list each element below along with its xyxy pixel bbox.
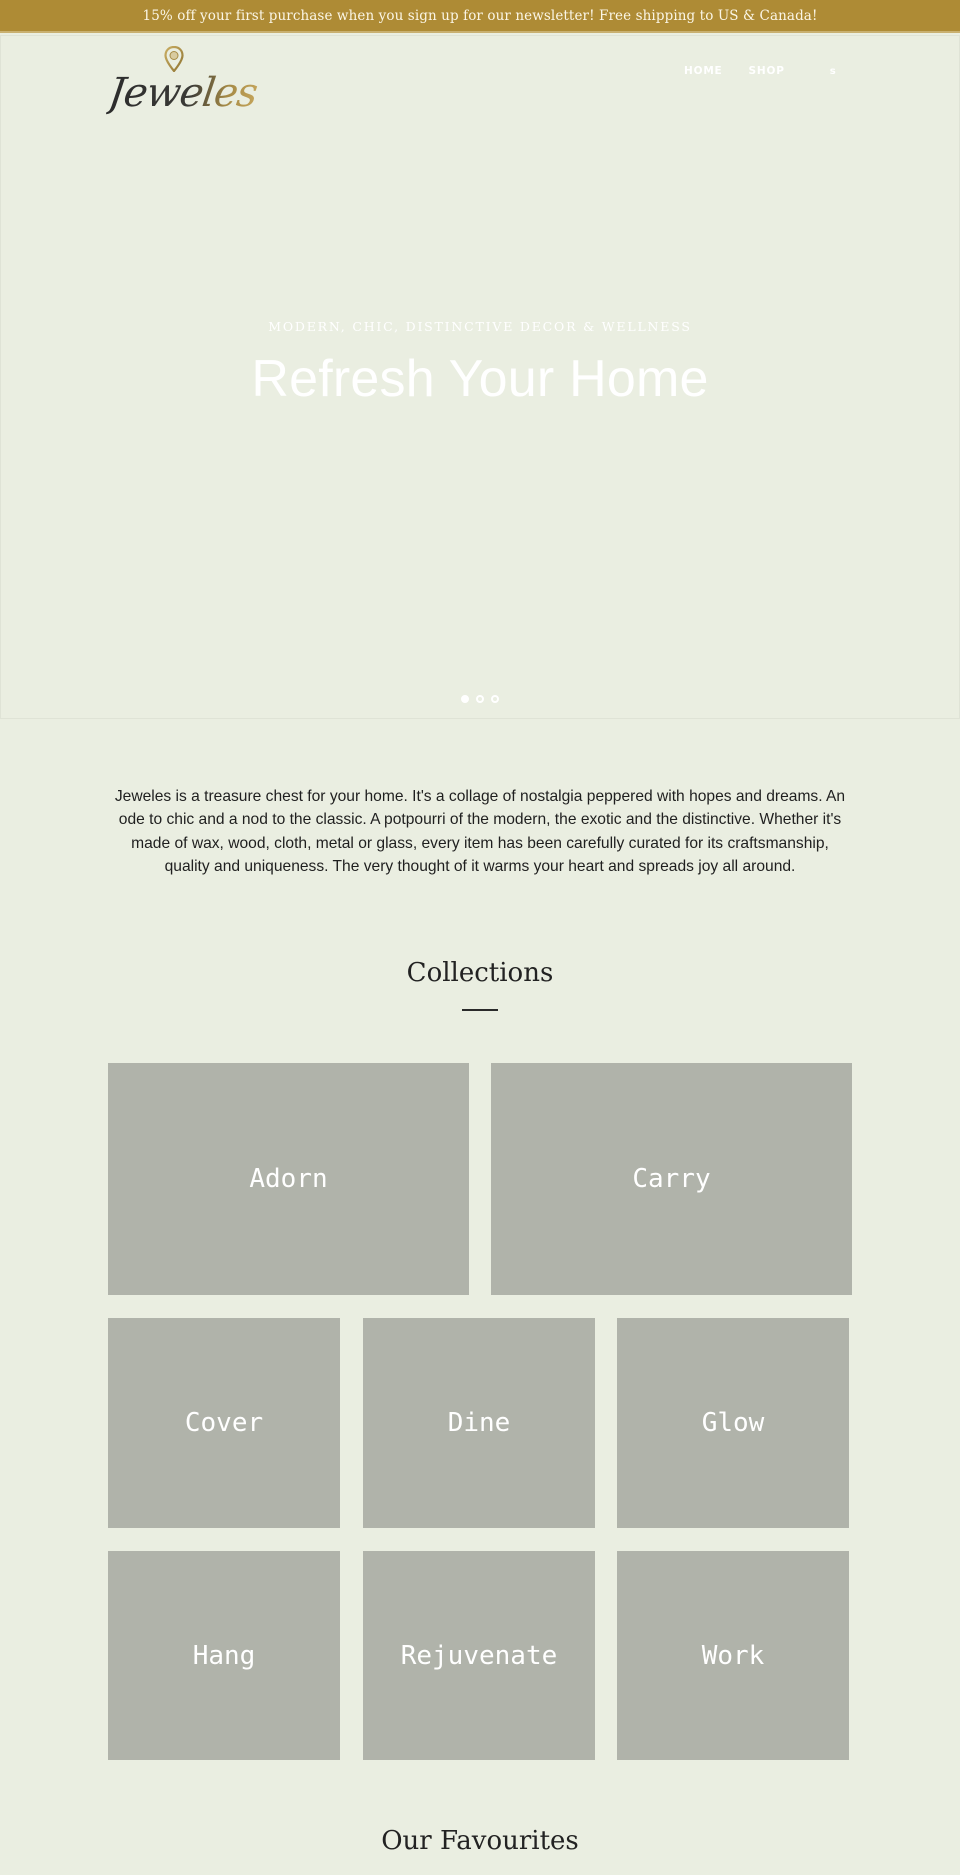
collection-label: Carry — [632, 1164, 711, 1194]
slideshow-pagination — [1, 695, 959, 703]
collection-tile-adorn[interactable]: Adorn — [108, 1063, 469, 1295]
search-icon[interactable]: s — [830, 66, 837, 77]
collection-label: Work — [701, 1640, 765, 1671]
collection-tile-work[interactable]: Work — [617, 1551, 849, 1760]
collection-tile-rejuvenate[interactable]: Rejuvenate — [363, 1551, 595, 1760]
slide-dot-1[interactable] — [461, 695, 469, 703]
hero-subtitle: MODERN, CHIC, DISTINCTIVE DECOR & WELLNE… — [268, 319, 692, 334]
collection-tile-cover[interactable]: Cover — [108, 1318, 340, 1528]
heading-divider — [462, 1009, 498, 1011]
collection-tile-dine[interactable]: Dine — [363, 1318, 595, 1528]
collection-tile-carry[interactable]: Carry — [491, 1063, 852, 1295]
nav-home[interactable]: HOME — [684, 65, 723, 77]
collection-label: Glow — [701, 1408, 765, 1438]
slide-dot-2[interactable] — [476, 695, 484, 703]
nav-shop[interactable]: SHOP — [749, 65, 785, 77]
collection-tile-glow[interactable]: Glow — [617, 1318, 849, 1528]
collection-label: Rejuvenate — [400, 1640, 558, 1671]
collection-label: Dine — [447, 1408, 511, 1438]
collections-heading: Collections — [406, 958, 554, 988]
favourites-heading: Our Favourites — [381, 1826, 579, 1856]
announcement-bar: 15% off your first purchase when you sig… — [0, 0, 960, 33]
intro-text: Jeweles is a treasure chest for your hom… — [114, 788, 846, 876]
hero-title: Refresh Your Home — [251, 350, 709, 408]
hero-slideshow: Jeweles HOME SHOP s MODERN, CHIC, DISTIN… — [0, 35, 960, 719]
collection-label: Adorn — [249, 1164, 328, 1194]
collection-tile-hang[interactable]: Hang — [108, 1551, 340, 1760]
announcement-text: 15% off your first purchase when you sig… — [142, 7, 818, 24]
logo-wordmark: Jeweles — [105, 70, 260, 116]
site-logo[interactable]: Jeweles — [106, 44, 260, 134]
main-nav: HOME SHOP s — [684, 65, 836, 77]
collection-label: Cover — [184, 1408, 264, 1438]
collection-label: Hang — [192, 1640, 256, 1671]
slide-dot-3[interactable] — [491, 695, 499, 703]
